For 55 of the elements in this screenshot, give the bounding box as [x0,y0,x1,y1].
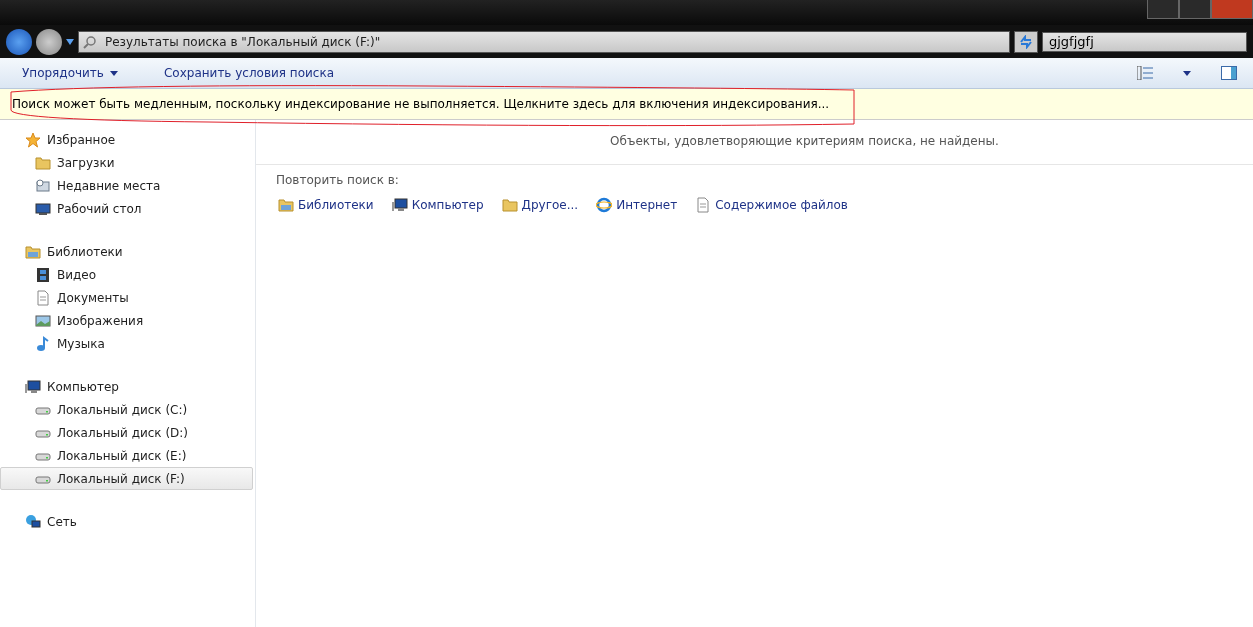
sidebar-group[interactable]: Сеть [0,510,253,533]
refresh-icon [1019,34,1033,49]
monitor-icon [35,200,51,217]
sidebar-item[interactable]: Документы [0,286,253,309]
search-location-link[interactable]: Другое... [499,195,581,215]
sidebar-group[interactable]: Библиотеки [0,240,253,263]
search-location-link[interactable]: Интернет [594,195,680,215]
monitor-clock-icon [35,177,51,194]
sidebar-item[interactable]: Рабочий стол [0,197,253,220]
search-location-link[interactable]: Содержимое файлов [693,195,850,215]
document-icon [695,197,712,213]
library-folder-icon [25,243,41,260]
preview-pane-icon[interactable] [1221,66,1237,80]
sidebar-item[interactable]: Музыка [0,332,253,355]
caret-icon [109,70,118,76]
search-field[interactable]: gjgfjgfj [1042,31,1247,52]
sidebar-item[interactable]: Локальный диск (C:) [0,398,253,421]
caret-icon[interactable] [66,38,74,45]
computer-icon [25,378,41,395]
network-icon [25,513,41,530]
sidebar-group[interactable]: Избранное [0,128,253,151]
sidebar-item[interactable]: Локальный диск (F:) [0,467,253,490]
search-location-link[interactable]: Компьютер [389,195,486,215]
refresh-button[interactable] [1014,30,1038,53]
search-location-link[interactable]: Библиотеки [276,195,376,215]
sidebar-item[interactable]: Локальный диск (D:) [0,421,253,444]
sidebar-item[interactable]: Недавние места [0,174,253,197]
back-button[interactable] [6,28,32,55]
forward-button[interactable] [36,28,62,55]
computer-icon [391,197,408,213]
folder-icon [501,197,518,213]
star-icon [25,131,41,148]
address-bar[interactable]: Результаты поиска в "Локальный диск (F:)" [78,30,1010,53]
globe-icon [596,197,613,213]
sidebar-item[interactable]: Видео [0,263,253,286]
sidebar-group[interactable]: Компьютер [0,375,253,398]
info-bar[interactable]: Поиск может быть медленным, поскольку индексирование не выполняется. Щелкните здесь для включения индексирования... [0,89,1253,120]
search-icon [83,34,97,49]
library-folder-icon [278,197,294,213]
picture-icon [35,312,51,329]
save-search-button[interactable]: Сохранить условия поиска [155,63,343,83]
minimize-button[interactable] [1147,0,1179,19]
music-note-icon [35,335,51,352]
folder-icon [35,154,51,171]
repeat-search-label: Повторить поиск в: [276,173,400,187]
organize-menu[interactable]: Упорядочить [14,63,126,83]
address-path: Результаты поиска в "Локальный диск (F:)" [105,34,381,49]
film-icon [35,266,51,283]
sidebar-item[interactable]: Локальный диск (E:) [0,444,253,467]
document-icon [35,289,51,306]
no-results-message: Объекты, удовлетворяющие критериям поиска, не найдены. [609,134,1000,148]
sidebar-item[interactable]: Изображения [0,309,253,332]
restore-button[interactable] [1179,0,1211,19]
sidebar-item[interactable]: Загрузки [0,151,253,174]
caret-icon[interactable] [1183,70,1191,76]
